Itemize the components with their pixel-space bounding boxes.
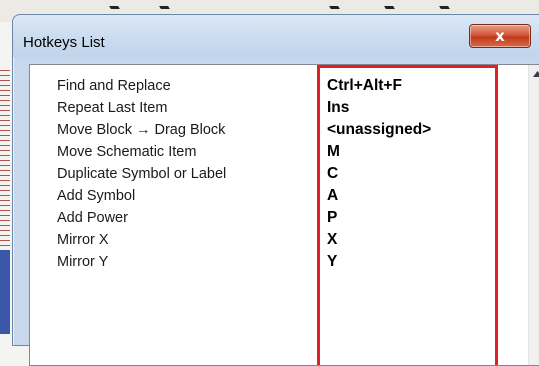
hotkey-row[interactable]: Duplicate Symbol or Label C xyxy=(30,163,520,185)
toolbar-mark xyxy=(329,6,340,9)
hotkey-key: Y xyxy=(327,253,338,270)
dialog-client-area: Find and Replace Ctrl+Alt+F Repeat Last … xyxy=(21,57,539,366)
toolbar-mark xyxy=(159,6,170,9)
toolbar-mark xyxy=(109,6,120,9)
hotkey-command: Find and Replace xyxy=(57,78,171,94)
hotkey-row[interactable]: Move Block → Drag Block <unassigned> xyxy=(30,119,520,141)
hotkey-key: Ins xyxy=(327,99,350,116)
hotkey-row[interactable]: Add Power P xyxy=(30,207,520,229)
hotkey-key: <unassigned> xyxy=(327,121,432,138)
hotkeys-dialog: Hotkeys List x Find and Replace Ctrl+Alt… xyxy=(12,14,539,366)
hotkeys-listbox[interactable]: Find and Replace Ctrl+Alt+F Repeat Last … xyxy=(29,64,539,366)
hotkey-row[interactable]: Repeat Last Item Ins xyxy=(30,97,520,119)
hotkey-command: Move Block → Drag Block xyxy=(57,122,226,138)
toolbar-mark xyxy=(384,6,395,9)
hotkey-row[interactable]: Move Schematic Item M xyxy=(30,141,520,163)
triangle-up-icon xyxy=(533,70,539,77)
hotkeys-rows: Find and Replace Ctrl+Alt+F Repeat Last … xyxy=(30,75,520,273)
hotkey-command: Repeat Last Item xyxy=(57,100,168,116)
hotkey-key: Ctrl+Alt+F xyxy=(327,77,402,94)
dialog-titlebar[interactable]: Hotkeys List x xyxy=(13,15,539,57)
hotkey-command: Add Symbol xyxy=(57,188,136,204)
hotkey-key: A xyxy=(327,187,339,204)
scroll-up-button[interactable] xyxy=(529,65,539,82)
hotkey-row[interactable]: Mirror Y Y xyxy=(30,251,520,273)
vertical-scrollbar[interactable] xyxy=(528,65,539,365)
hotkey-row[interactable]: Find and Replace Ctrl+Alt+F xyxy=(30,75,520,97)
dialog-title: Hotkeys List xyxy=(23,34,105,51)
hotkey-command: Move Schematic Item xyxy=(57,144,197,160)
hotkey-key: C xyxy=(327,165,339,182)
hotkey-key: M xyxy=(327,143,340,160)
hotkey-command: Mirror X xyxy=(57,232,109,248)
close-button[interactable]: x xyxy=(469,24,531,48)
hotkey-key: X xyxy=(327,231,338,248)
hotkey-row[interactable]: Mirror X X xyxy=(30,229,520,251)
toolbar-mark xyxy=(439,6,450,9)
hotkey-row[interactable]: Add Symbol A xyxy=(30,185,520,207)
background-panel-strip xyxy=(0,250,10,334)
hotkey-command: Duplicate Symbol or Label xyxy=(57,166,227,182)
hotkey-key: P xyxy=(327,209,338,226)
close-icon: x xyxy=(495,27,505,45)
hotkey-command: Add Power xyxy=(57,210,128,226)
hotkey-command: Mirror Y xyxy=(57,254,109,270)
